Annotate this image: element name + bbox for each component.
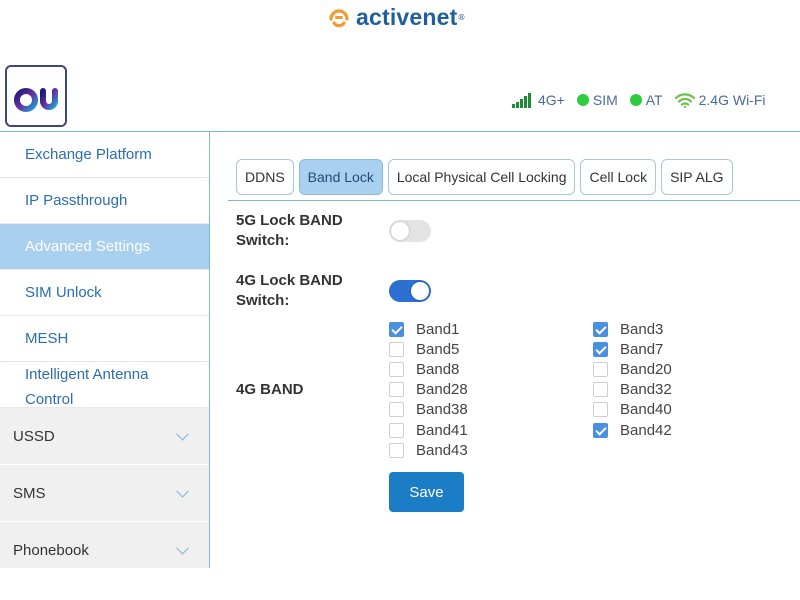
band-label: Band32 (620, 381, 672, 399)
wifi-label: 2.4G Wi-Fi (698, 92, 766, 108)
band-checkbox[interactable] (593, 361, 608, 377)
band-checkbox[interactable] (389, 402, 404, 418)
band-option-band3[interactable]: Band3 (593, 319, 663, 339)
band-option-band8[interactable]: Band8 (389, 359, 459, 379)
band-label: Band42 (620, 421, 672, 439)
chevron-down-icon (176, 484, 189, 498)
band-checkbox[interactable] (593, 341, 608, 357)
lock-5g-label: 5G Lock BAND Switch: (236, 212, 343, 249)
activenet-logo-icon (326, 4, 352, 30)
band-option-band20[interactable]: Band20 (593, 359, 672, 379)
sidebar-item-advanced-settings[interactable]: Advanced Settings (0, 224, 209, 270)
band-option-band7[interactable]: Band7 (593, 339, 663, 359)
band-checkbox[interactable] (389, 341, 404, 357)
sim-label: SIM (592, 92, 618, 108)
switch-knob (411, 282, 429, 300)
band-checkbox[interactable] (593, 402, 608, 418)
band-option-band40[interactable]: Band40 (593, 400, 672, 420)
sidebar-item-label: Intelligent Antenna Control (25, 366, 149, 408)
band-option-band28[interactable]: Band28 (389, 380, 468, 400)
at-status-dot-icon (629, 94, 642, 106)
sidebar-item-label: Advanced Settings (25, 238, 151, 255)
band-checkbox[interactable] (389, 321, 404, 337)
band-label: Band7 (620, 340, 664, 358)
band-checkbox[interactable] (389, 361, 404, 377)
band-option-band5[interactable]: Band5 (389, 339, 459, 359)
sidebar-item-intelligent-antenna-control[interactable]: Intelligent Antenna Control (0, 362, 209, 408)
tab-cell-lock[interactable]: Cell Lock (580, 159, 657, 195)
at-label: AT (645, 92, 663, 108)
band-label: Band43 (416, 441, 468, 459)
activenet-brand: activenet ® (326, 2, 466, 32)
tab-local-physical-cell-locking[interactable]: Local Physical Cell Locking (387, 159, 576, 195)
du-logo-icon (14, 78, 58, 112)
band-checkbox[interactable] (389, 422, 404, 438)
band-label: Band5 (416, 340, 460, 358)
sidebar-group-ussd[interactable]: USSD (0, 408, 209, 465)
band-label: Band8 (416, 360, 460, 378)
band-4g-label: 4G BAND (236, 381, 304, 398)
band-option-band42[interactable]: Band42 (593, 420, 672, 440)
sidebar-item-label: IP Passthrough (25, 192, 128, 209)
lock-5g-switch[interactable] (389, 220, 431, 242)
chevron-down-icon (176, 541, 189, 555)
band-label: Band1 (416, 320, 460, 338)
network-status: 4G+ (512, 92, 565, 108)
band-checkbox[interactable] (389, 382, 404, 398)
band-label: Band28 (416, 381, 468, 399)
lock-4g-switch[interactable] (389, 280, 431, 302)
band-option-band32[interactable]: Band32 (593, 380, 672, 400)
registered-mark: ® (457, 12, 466, 22)
network-type: 4G+ (538, 92, 565, 108)
sidebar-item-ip-passthrough[interactable]: IP Passthrough (0, 178, 209, 224)
save-button[interactable]: Save (389, 472, 464, 512)
sidebar-group-label: USSD (13, 427, 55, 445)
du-logo[interactable] (5, 65, 67, 127)
tab-sip-alg[interactable]: SIP ALG (661, 159, 733, 195)
sidebar-item-mesh[interactable]: MESH (0, 316, 209, 362)
switch-knob (391, 222, 409, 240)
tab-ddns[interactable]: DDNS (236, 159, 294, 195)
band-label: Band20 (620, 360, 672, 378)
status-bar: 4G+ SIM AT 2.4G Wi-Fi (512, 88, 778, 112)
signal-strength-icon (512, 93, 531, 108)
band-label: Band3 (620, 320, 664, 338)
wifi-status: 2.4G Wi-Fi (674, 92, 766, 108)
sidebar-item-exchange-platform[interactable]: Exchange Platform (0, 132, 209, 178)
band-checkbox[interactable] (593, 422, 608, 438)
band-option-band1[interactable]: Band1 (389, 319, 459, 339)
sidebar-item-label: MESH (25, 330, 69, 347)
sidebar: Exchange Platform IP Passthrough Advance… (0, 132, 210, 568)
sidebar-item-sim-unlock[interactable]: SIM Unlock (0, 270, 209, 316)
lock-4g-label: 4G Lock BAND Switch: (236, 272, 343, 309)
sidebar-item-label: Exchange Platform (25, 146, 152, 163)
sim-status: SIM (576, 92, 618, 108)
at-status: AT (629, 92, 663, 108)
band-checkbox[interactable] (389, 442, 404, 458)
tab-divider (228, 200, 800, 201)
band-checkbox[interactable] (593, 382, 608, 398)
sidebar-group-phonebook[interactable]: Phonebook (0, 522, 209, 568)
band-label: Band41 (416, 421, 468, 439)
wifi-icon (674, 93, 695, 108)
tab-bar: DDNS Band Lock Local Physical Cell Locki… (236, 159, 738, 195)
band-option-band43[interactable]: Band43 (389, 440, 468, 460)
chevron-down-icon (176, 427, 189, 441)
sidebar-group-sms[interactable]: SMS (0, 465, 209, 522)
band-checkbox[interactable] (593, 321, 608, 337)
sidebar-item-label: SIM Unlock (25, 284, 102, 301)
sidebar-group-label: Phonebook (13, 541, 89, 559)
sidebar-group-label: SMS (13, 484, 46, 502)
band-label: Band38 (416, 401, 468, 419)
activenet-wordmark: activenet (356, 3, 458, 30)
sim-status-dot-icon (576, 94, 589, 106)
band-option-band41[interactable]: Band41 (389, 420, 468, 440)
band-option-band38[interactable]: Band38 (389, 400, 468, 420)
band-label: Band40 (620, 401, 672, 419)
tab-band-lock[interactable]: Band Lock (298, 159, 383, 195)
